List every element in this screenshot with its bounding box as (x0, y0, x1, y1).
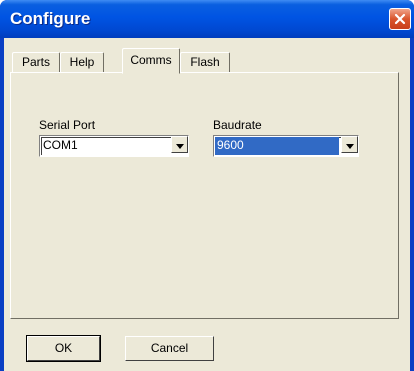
close-icon (394, 13, 406, 25)
dialog-client-area: Parts Help Comms Flash Serial Port COM1 (4, 38, 410, 371)
baudrate-value: 9600 (215, 137, 339, 155)
serial-port-select[interactable]: COM1 (39, 135, 189, 157)
window-title: Configure (10, 9, 91, 28)
comms-tab-panel: Serial Port COM1 Baudrate 9600 (10, 72, 399, 319)
cancel-button[interactable]: Cancel (125, 336, 214, 361)
chevron-down-icon (345, 138, 354, 152)
tab-label: Comms (130, 53, 172, 67)
tab-comms[interactable]: Comms (122, 48, 180, 74)
tab-help[interactable]: Help (60, 52, 104, 72)
serial-port-dropdown-button[interactable] (171, 136, 188, 153)
configure-dialog: Configure Parts Help Comms Flash Serial … (0, 0, 414, 371)
tab-label: Parts (21, 55, 50, 69)
tab-label: Help (69, 55, 95, 69)
chevron-down-icon (175, 138, 184, 152)
baudrate-dropdown-button[interactable] (341, 136, 358, 153)
tab-label: Flash (190, 55, 220, 69)
baudrate-select[interactable]: 9600 (213, 135, 359, 157)
title-bar[interactable]: Configure (0, 0, 414, 38)
serial-port-value: COM1 (43, 138, 78, 152)
close-button[interactable] (389, 8, 411, 30)
ok-button[interactable]: OK (26, 335, 101, 362)
tab-flash[interactable]: Flash (180, 52, 230, 72)
baudrate-label: Baudrate (213, 118, 262, 132)
serial-port-label: Serial Port (39, 118, 96, 132)
tab-parts[interactable]: Parts (12, 52, 60, 72)
